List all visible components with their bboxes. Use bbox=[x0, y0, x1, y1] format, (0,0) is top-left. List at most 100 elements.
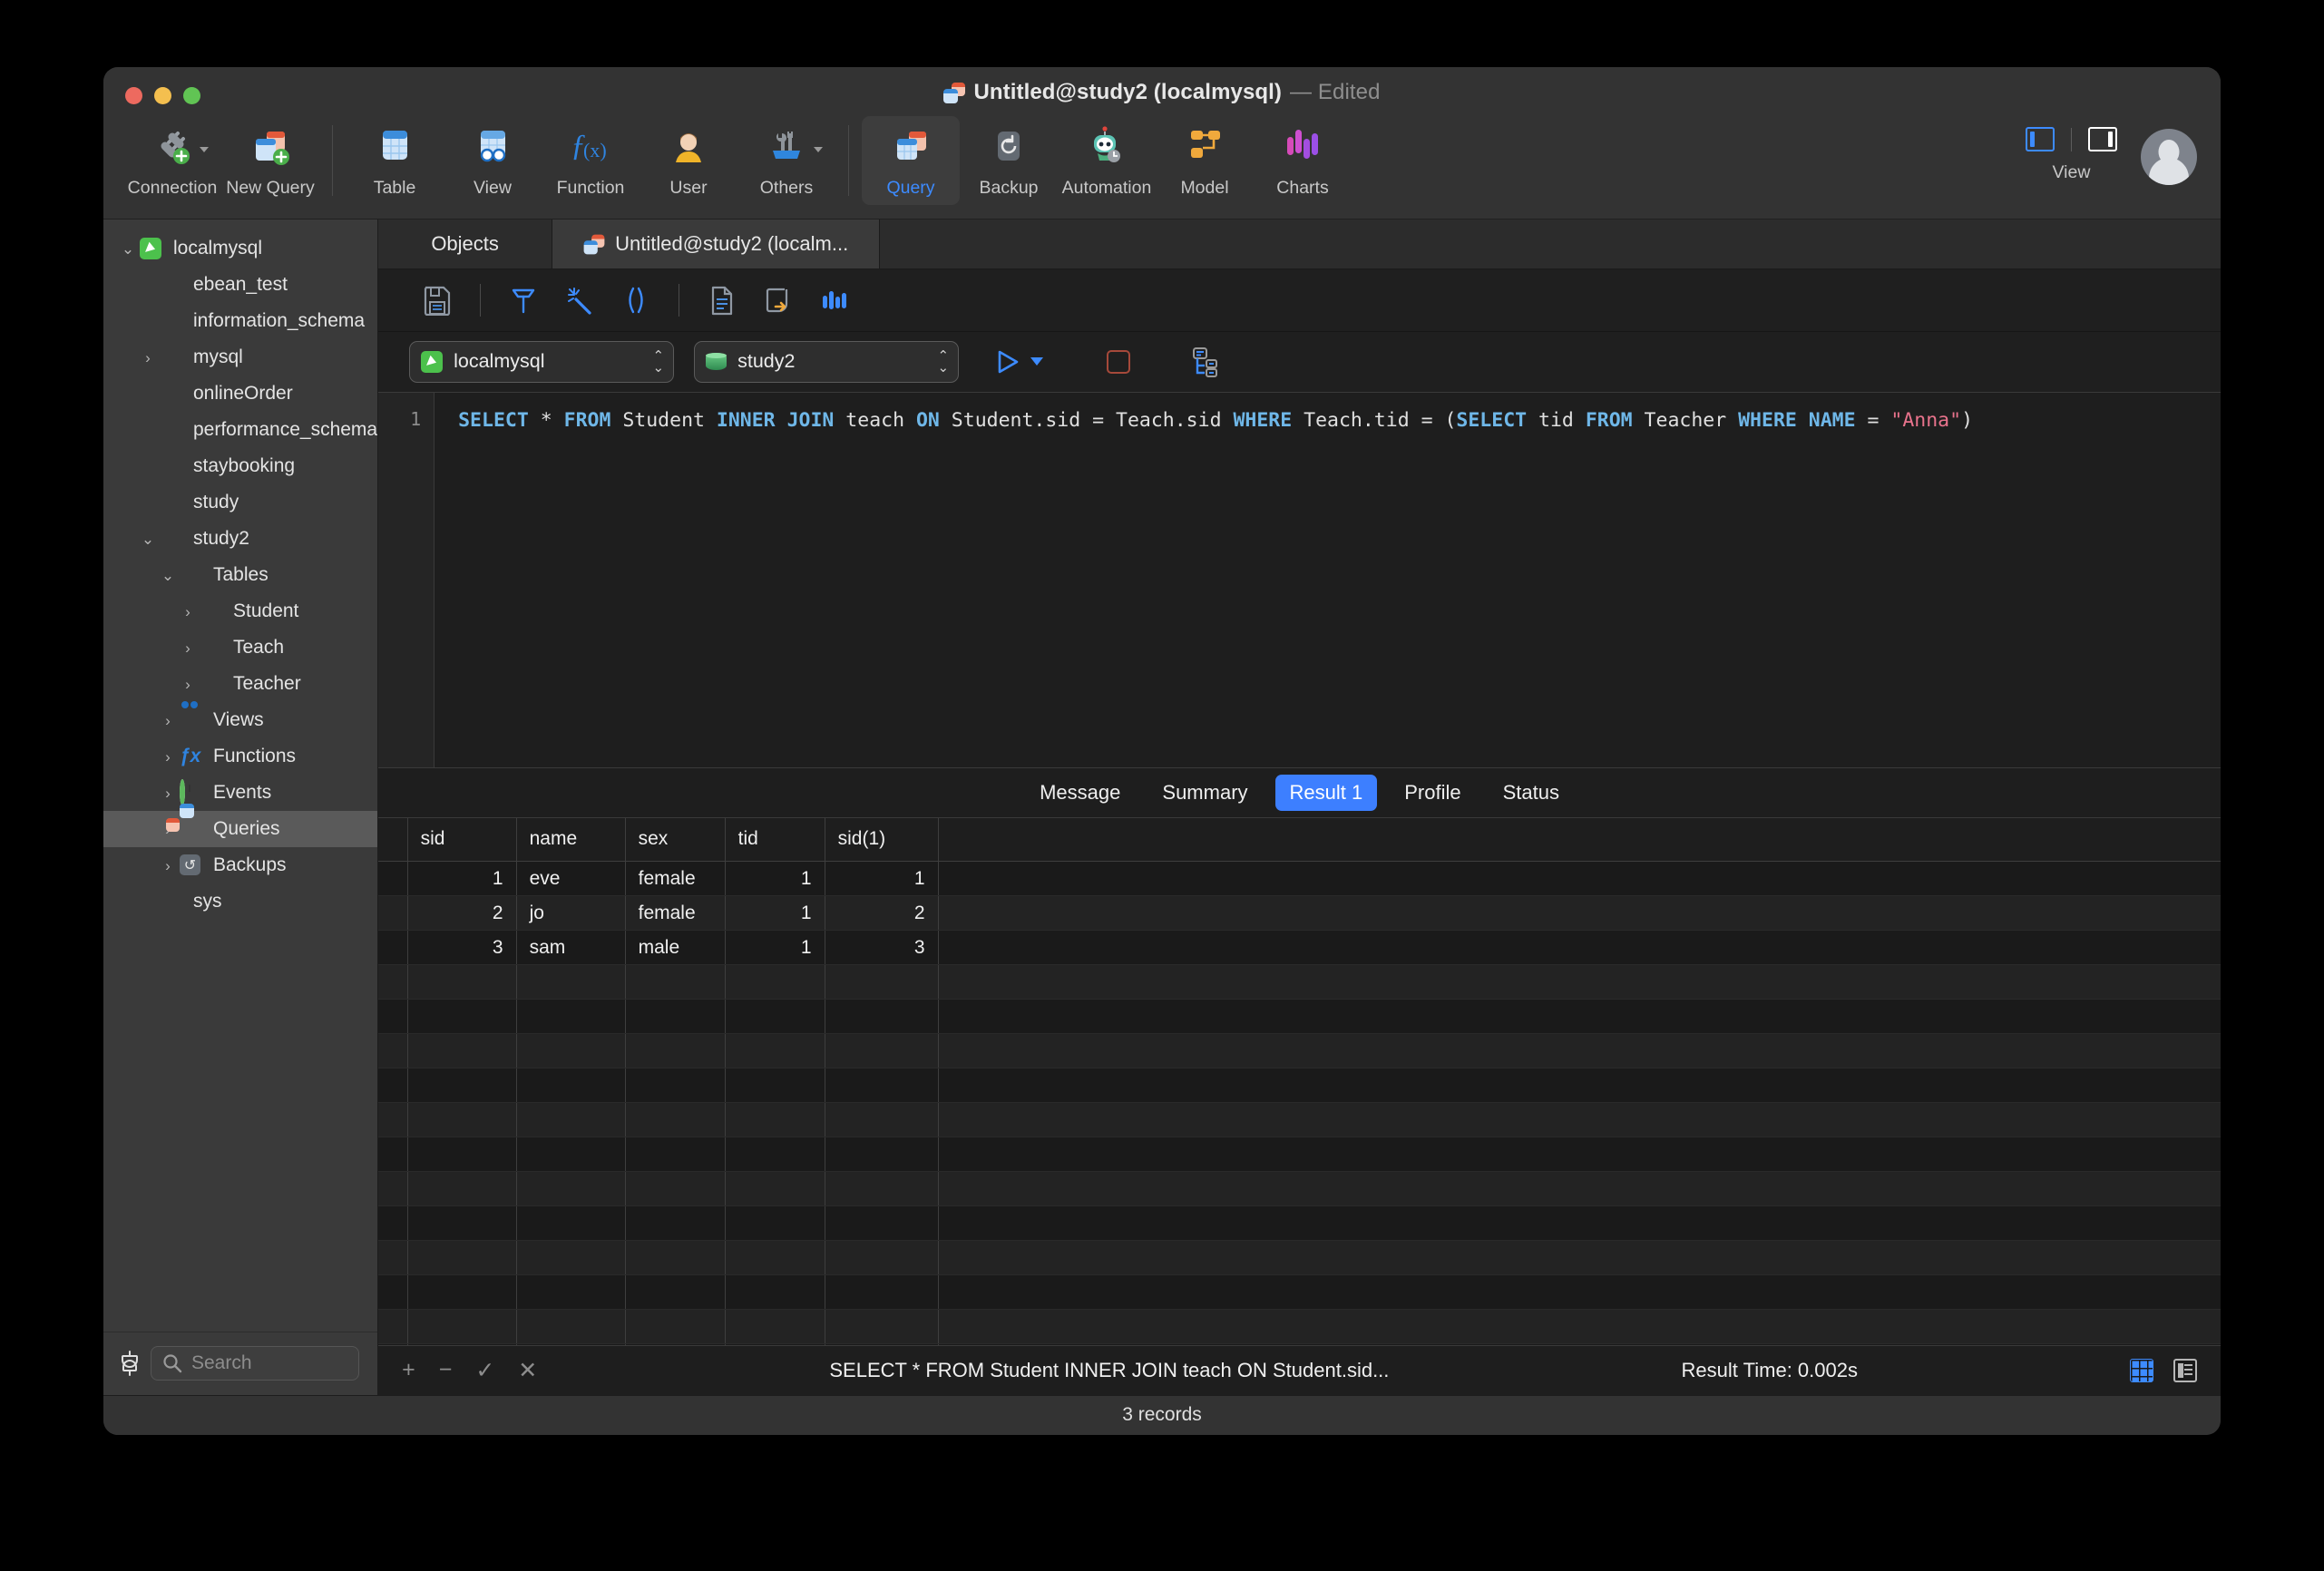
table-cell[interactable]: 1 bbox=[725, 931, 825, 965]
table-cell-empty[interactable] bbox=[625, 1068, 725, 1103]
tree-item-student[interactable]: ›Student bbox=[103, 593, 377, 629]
export-wizard-icon[interactable] bbox=[750, 275, 806, 326]
table-cell-empty[interactable] bbox=[625, 1241, 725, 1275]
tree-item-backups[interactable]: ›↺Backups bbox=[103, 847, 377, 883]
table-row-empty[interactable] bbox=[378, 1103, 2221, 1137]
table-cell-empty[interactable] bbox=[625, 1172, 725, 1206]
toolbar-button-connection[interactable]: Connection bbox=[123, 116, 221, 205]
chevron-down-icon[interactable] bbox=[1030, 357, 1043, 366]
table-row-empty[interactable] bbox=[378, 1275, 2221, 1310]
beautify-icon[interactable] bbox=[495, 275, 552, 326]
table-cell[interactable]: eve bbox=[516, 862, 625, 896]
table-cell[interactable]: 1 bbox=[725, 862, 825, 896]
table-cell-empty[interactable] bbox=[407, 1275, 516, 1310]
table-cell-empty[interactable] bbox=[407, 965, 516, 1000]
toolbar-button-function[interactable]: ƒ (x) Function bbox=[542, 116, 640, 205]
table-cell[interactable]: 3 bbox=[407, 931, 516, 965]
run-query-button[interactable] bbox=[995, 349, 1043, 375]
tree-item-localmysql[interactable]: ⌄localmysql bbox=[103, 230, 377, 267]
add-record-button[interactable]: + bbox=[402, 1357, 415, 1383]
table-row-empty[interactable] bbox=[378, 1206, 2221, 1241]
tree-item-mysql[interactable]: ›mysql bbox=[103, 339, 377, 376]
table-cell-empty[interactable] bbox=[825, 965, 938, 1000]
table-cell-empty[interactable] bbox=[825, 1000, 938, 1034]
toolbar-button-model[interactable]: Model bbox=[1156, 116, 1254, 205]
table-cell[interactable]: 1 bbox=[725, 896, 825, 931]
toolbar-button-user[interactable]: User bbox=[640, 116, 737, 205]
table-cell-empty[interactable] bbox=[825, 1137, 938, 1172]
table-cell-empty[interactable] bbox=[625, 1000, 725, 1034]
table-cell[interactable]: 2 bbox=[825, 896, 938, 931]
table-cell-empty[interactable] bbox=[516, 1241, 625, 1275]
table-cell-empty[interactable] bbox=[725, 1275, 825, 1310]
tree-item-sys[interactable]: sys bbox=[103, 883, 377, 920]
tree-item-events[interactable]: ›Events bbox=[103, 775, 377, 811]
database-select[interactable]: study2 ⌃⌄ bbox=[694, 341, 959, 383]
stop-query-button[interactable] bbox=[1107, 350, 1130, 374]
table-cell-empty[interactable] bbox=[725, 965, 825, 1000]
table-cell-empty[interactable] bbox=[516, 1103, 625, 1137]
chevron-down-icon[interactable]: ⌄ bbox=[156, 568, 180, 583]
column-header[interactable]: tid bbox=[725, 818, 825, 862]
table-row-empty[interactable] bbox=[378, 1137, 2221, 1172]
table-cell-empty[interactable] bbox=[725, 1137, 825, 1172]
table-row-empty[interactable] bbox=[378, 1000, 2221, 1034]
tree-item-staybooking[interactable]: staybooking bbox=[103, 448, 377, 484]
result-tab-message[interactable]: Message bbox=[1025, 775, 1135, 811]
chevron-right-icon[interactable]: › bbox=[136, 350, 160, 366]
chevron-down-icon[interactable]: ⌄ bbox=[136, 532, 160, 547]
tree-item-tables[interactable]: ⌄Tables bbox=[103, 557, 377, 593]
grid-view-button[interactable] bbox=[2130, 1359, 2153, 1382]
table-cell-empty[interactable] bbox=[625, 1310, 725, 1344]
tree-item-ebean-test[interactable]: ebean_test bbox=[103, 267, 377, 303]
search-input[interactable]: Search bbox=[151, 1346, 359, 1381]
table-cell-empty[interactable] bbox=[725, 1206, 825, 1241]
avatar[interactable] bbox=[2141, 129, 2197, 185]
chevron-right-icon[interactable]: › bbox=[176, 677, 200, 692]
table-cell-empty[interactable] bbox=[516, 1034, 625, 1068]
explain-plan-button[interactable] bbox=[1186, 346, 1219, 377]
result-grid[interactable]: sidnamesextidsid(1) 1evefemale112jofemal… bbox=[378, 817, 2221, 1345]
tree-item-teach[interactable]: ›Teach bbox=[103, 629, 377, 666]
toolbar-button-backup[interactable]: Backup bbox=[960, 116, 1058, 205]
toolbar-button-charts[interactable]: Charts bbox=[1254, 116, 1352, 205]
table-cell-empty[interactable] bbox=[825, 1068, 938, 1103]
parentheses-icon[interactable] bbox=[608, 275, 664, 326]
table-row-empty[interactable] bbox=[378, 1310, 2221, 1344]
table-cell-empty[interactable] bbox=[516, 1275, 625, 1310]
table-cell-empty[interactable] bbox=[407, 1206, 516, 1241]
tree-item-teacher[interactable]: ›Teacher bbox=[103, 666, 377, 702]
column-header[interactable]: sex bbox=[625, 818, 725, 862]
chevron-right-icon[interactable]: › bbox=[176, 640, 200, 656]
table-cell[interactable]: female bbox=[625, 896, 725, 931]
table-cell-empty[interactable] bbox=[516, 1137, 625, 1172]
toggle-inspector-button[interactable] bbox=[2088, 127, 2117, 151]
table-cell-empty[interactable] bbox=[825, 1310, 938, 1344]
tree-item-study2[interactable]: ⌄study2 bbox=[103, 521, 377, 557]
table-cell-empty[interactable] bbox=[516, 1000, 625, 1034]
result-tab-result-1[interactable]: Result 1 bbox=[1275, 775, 1378, 811]
table-cell-empty[interactable] bbox=[516, 1206, 625, 1241]
apply-changes-button[interactable]: ✓ bbox=[475, 1357, 494, 1384]
table-cell-empty[interactable] bbox=[516, 1172, 625, 1206]
table-row-empty[interactable] bbox=[378, 1034, 2221, 1068]
table-row-empty[interactable] bbox=[378, 965, 2221, 1000]
table-cell-empty[interactable] bbox=[407, 1241, 516, 1275]
table-cell-empty[interactable] bbox=[825, 1034, 938, 1068]
table-cell[interactable]: female bbox=[625, 862, 725, 896]
table-cell-empty[interactable] bbox=[407, 1137, 516, 1172]
save-icon[interactable] bbox=[409, 275, 465, 326]
table-cell-empty[interactable] bbox=[407, 1172, 516, 1206]
table-cell-empty[interactable] bbox=[825, 1275, 938, 1310]
tree-item-functions[interactable]: ›ƒxFunctions bbox=[103, 738, 377, 775]
column-header[interactable]: sid(1) bbox=[825, 818, 938, 862]
table-cell-empty[interactable] bbox=[825, 1103, 938, 1137]
table-cell-empty[interactable] bbox=[725, 1310, 825, 1344]
tab-objects[interactable]: Objects bbox=[378, 220, 552, 268]
table-row[interactable]: 1evefemale11 bbox=[378, 862, 2221, 896]
remove-record-button[interactable]: − bbox=[439, 1357, 453, 1383]
table-cell-empty[interactable] bbox=[407, 1000, 516, 1034]
table-cell-empty[interactable] bbox=[825, 1206, 938, 1241]
result-tab-summary[interactable]: Summary bbox=[1147, 775, 1262, 811]
connection-plug-icon[interactable] bbox=[120, 1350, 140, 1377]
